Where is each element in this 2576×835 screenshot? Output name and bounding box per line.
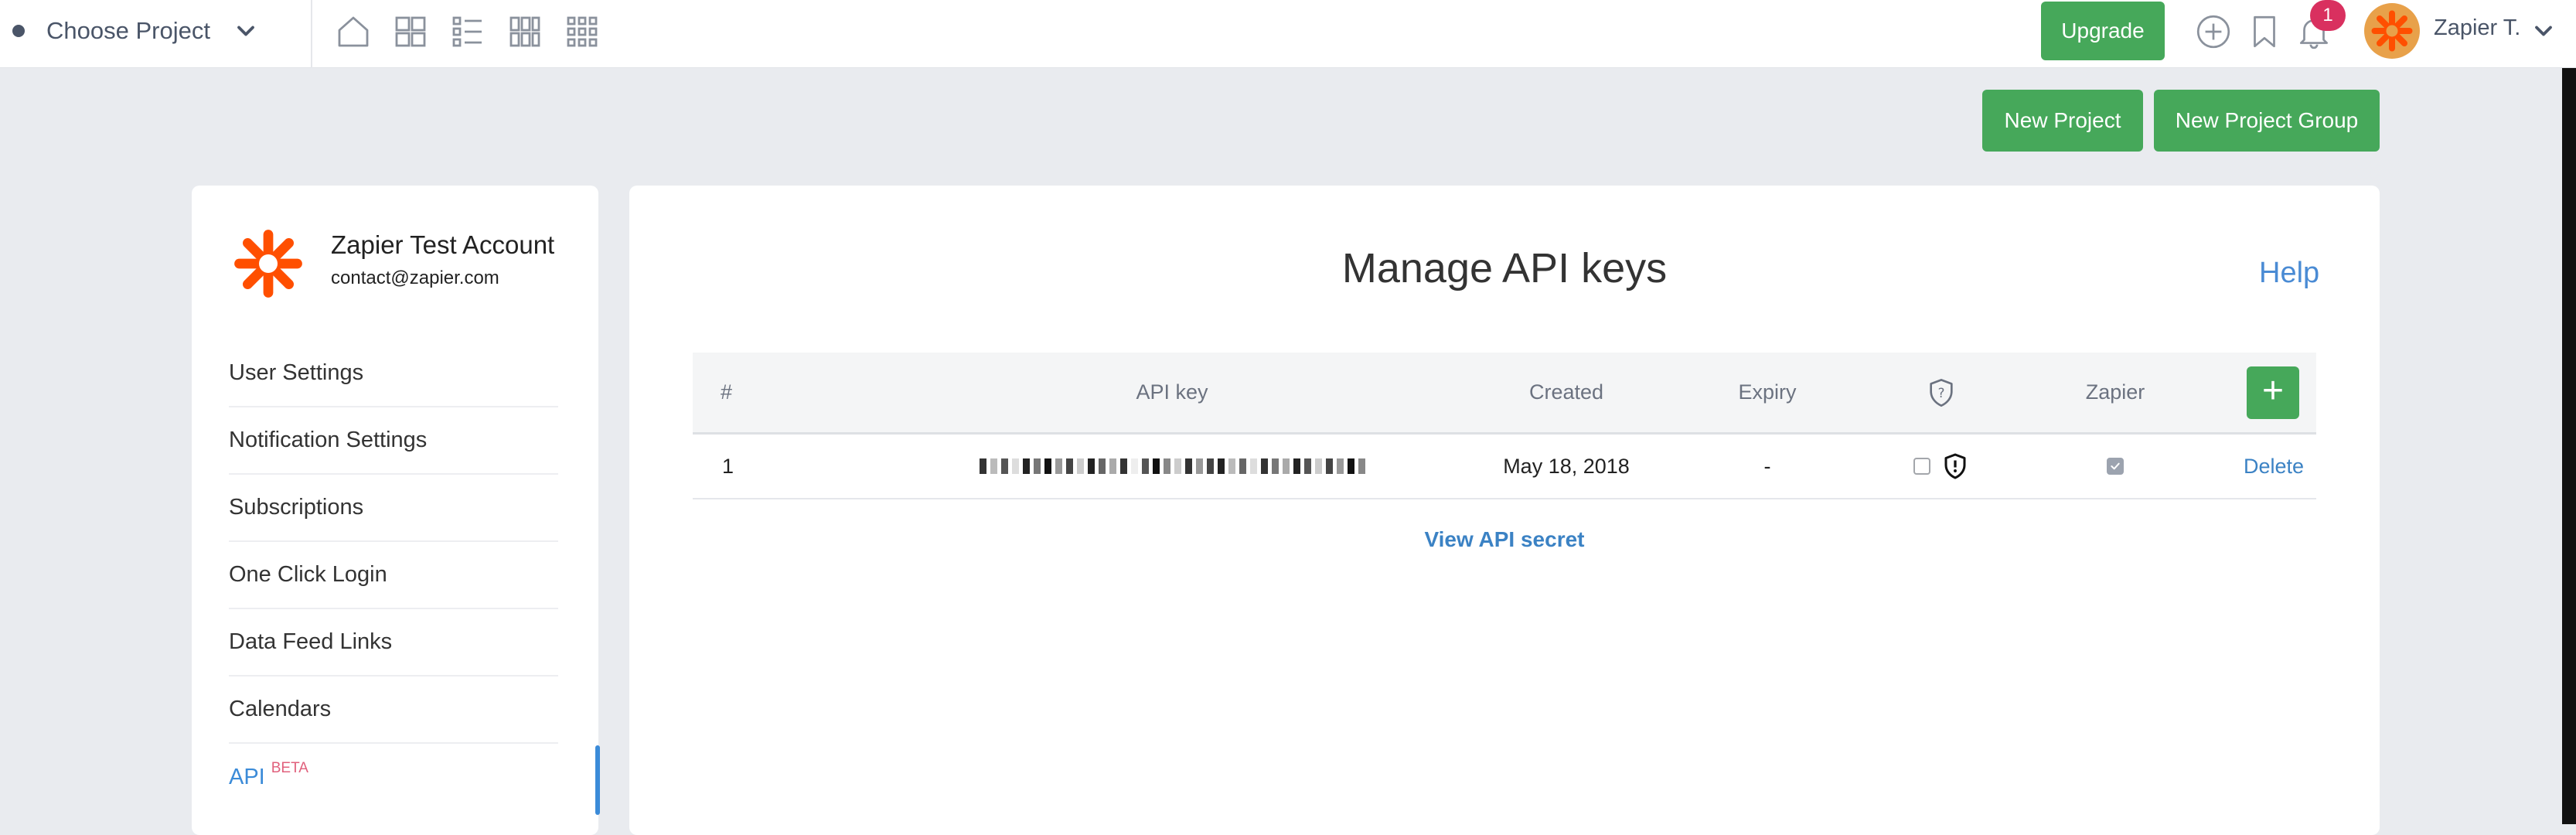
- check-icon: [2111, 462, 2120, 470]
- row-actions: Delete: [2216, 435, 2332, 498]
- column-header-expiry: Expiry: [1738, 380, 1797, 404]
- zapier-logo-icon: [234, 230, 302, 298]
- sidebar-item-label: Data Feed Links: [229, 629, 393, 654]
- expiry-value: -: [1763, 454, 1771, 478]
- avatar[interactable]: [2364, 3, 2420, 59]
- project-selector[interactable]: Choose Project: [0, 0, 260, 62]
- account-name: Zapier Test Account: [331, 230, 555, 259]
- apps-icon[interactable]: [561, 11, 603, 53]
- sidebar-item-calendars[interactable]: Calendars: [229, 677, 558, 744]
- settings-menu: User Settings Notification Settings Subs…: [229, 340, 558, 811]
- zapier-checkbox[interactable]: [2107, 458, 2124, 475]
- project-status-dot: [12, 25, 25, 37]
- new-project-button[interactable]: New Project: [1982, 90, 2143, 152]
- add-api-key-button[interactable]: +: [2247, 366, 2299, 419]
- security-cell: [1906, 435, 1976, 498]
- user-name[interactable]: Zapier T.: [2434, 15, 2520, 41]
- home-icon[interactable]: [332, 11, 374, 53]
- column-header-zapier: Zapier: [2085, 380, 2145, 404]
- chevron-down-icon: [237, 26, 254, 36]
- chevron-down-icon[interactable]: [2530, 17, 2557, 45]
- columns-icon[interactable]: [504, 11, 546, 53]
- shield-alert-icon: [1944, 453, 1966, 479]
- redacted-api-key: [979, 458, 1365, 474]
- window-edge: [2562, 68, 2576, 824]
- api-keys-panel: Manage API keys Help # API key Created E…: [629, 186, 2380, 835]
- sidebar-item-label: One Click Login: [229, 562, 387, 587]
- settings-sidebar: Zapier Test Account contact@zapier.com U…: [192, 186, 600, 835]
- project-selector-label: Choose Project: [46, 17, 210, 44]
- add-key-cell: +: [2247, 353, 2299, 432]
- shield-question-icon: ?: [1930, 378, 1953, 407]
- help-link[interactable]: Help: [2259, 257, 2319, 290]
- bookmark-icon[interactable]: [2244, 11, 2285, 53]
- column-header-api-key: API key: [1136, 380, 1208, 404]
- new-project-group-button[interactable]: New Project Group: [2154, 90, 2380, 152]
- top-bar: Choose Project Upgrade 1 Zapier T.: [0, 0, 2576, 68]
- sidebar-item-label: User Settings: [229, 360, 364, 385]
- beta-badge: BETA: [271, 759, 308, 776]
- column-header-number: #: [721, 380, 733, 404]
- sidebar-item-subscriptions[interactable]: Subscriptions: [229, 475, 558, 542]
- table-header: # API key Created Expiry ? Zapier +: [693, 353, 2316, 435]
- api-key-value: [925, 435, 1419, 498]
- sidebar-item-user-settings[interactable]: User Settings: [229, 340, 558, 407]
- zapier-cell: [2053, 435, 2177, 498]
- delete-key-link[interactable]: Delete: [2244, 455, 2304, 479]
- security-checkbox[interactable]: [1913, 458, 1930, 475]
- sidebar-item-label: Subscriptions: [229, 495, 364, 520]
- page-title: Manage API keys: [1341, 245, 1668, 291]
- column-header-security: ?: [1906, 353, 1976, 432]
- sidebar-item-one-click-login[interactable]: One Click Login: [229, 542, 558, 609]
- created-date: May 18, 2018: [1503, 454, 1630, 478]
- sidebar-item-label: API: [229, 765, 265, 789]
- account-email: contact@zapier.com: [331, 268, 499, 288]
- sidebar-item-notification-settings[interactable]: Notification Settings: [229, 407, 558, 475]
- column-header-created: Created: [1528, 380, 1604, 404]
- view-switcher: [332, 11, 603, 53]
- upgrade-button[interactable]: Upgrade: [2041, 2, 2165, 60]
- table-row: 1 May 18, 2018 - Delete: [693, 435, 2316, 499]
- sidebar-item-api[interactable]: API BETA: [229, 744, 558, 811]
- list-icon[interactable]: [447, 11, 489, 53]
- sidebar-item-label: Calendars: [229, 697, 332, 721]
- zapier-logo-icon: [2371, 10, 2413, 52]
- sidebar-item-data-feed-links[interactable]: Data Feed Links: [229, 609, 558, 677]
- api-keys-table: # API key Created Expiry ? Zapier + 1 Ma…: [693, 353, 2316, 499]
- notification-badge[interactable]: 1: [2310, 0, 2346, 31]
- add-circle-icon[interactable]: [2193, 11, 2234, 53]
- sidebar-item-label: Notification Settings: [229, 428, 428, 452]
- row-number: 1: [722, 454, 734, 478]
- active-item-indicator: [595, 745, 600, 815]
- view-api-secret-link[interactable]: View API secret: [629, 527, 2380, 552]
- grid-icon[interactable]: [390, 11, 431, 53]
- divider: [311, 0, 312, 68]
- svg-text:?: ?: [1938, 385, 1945, 400]
